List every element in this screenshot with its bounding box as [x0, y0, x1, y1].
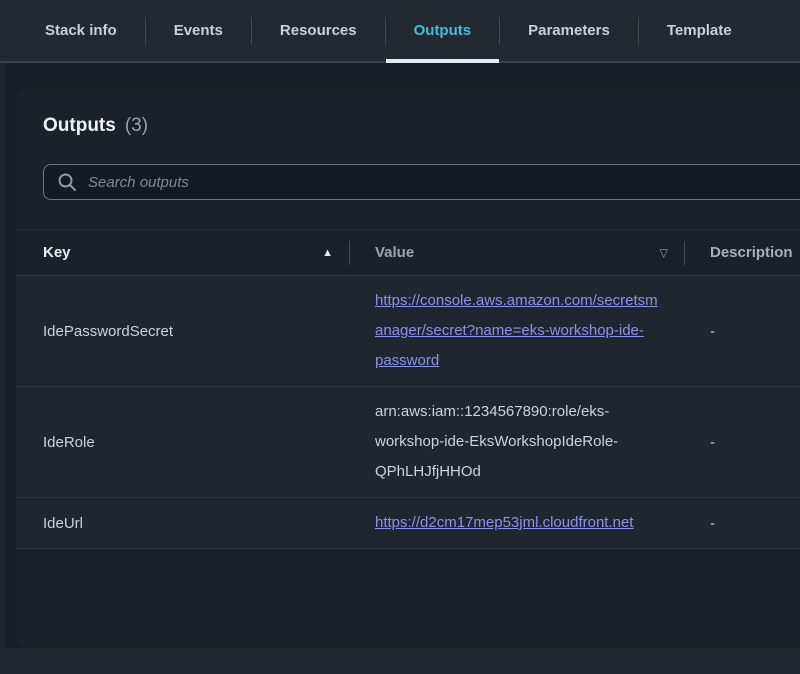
tab-parameters[interactable]: Parameters — [500, 0, 638, 61]
tab-label: Resources — [280, 22, 357, 39]
output-key: IdePasswordSecret — [16, 276, 350, 387]
left-edge-strip — [0, 63, 5, 674]
table-row: IdePasswordSecret https://console.aws.am… — [16, 276, 800, 387]
table-row: IdeUrl https://d2cm17mep53jml.cloudfront… — [16, 498, 800, 549]
output-count-badge: (3) — [125, 115, 148, 137]
output-description: - — [685, 387, 800, 498]
tab-template[interactable]: Template — [639, 0, 760, 61]
panel-title: Outputs (3) — [43, 115, 800, 137]
panel-title-text: Outputs — [43, 115, 116, 137]
column-label: Key — [43, 244, 71, 261]
output-value-text: arn:aws:iam::1234567890:role/eks-worksho… — [375, 403, 618, 480]
tab-stack-info[interactable]: Stack info — [17, 0, 145, 61]
column-label: Value — [375, 244, 414, 261]
search-input[interactable] — [43, 164, 800, 200]
outputs-panel: Outputs (3) Key ▲ — [16, 88, 800, 648]
column-header-value[interactable]: Value ▽ — [350, 230, 685, 276]
tab-resources[interactable]: Resources — [252, 0, 385, 61]
table-row: IdeRole arn:aws:iam::1234567890:role/eks… — [16, 387, 800, 498]
output-key: IdeRole — [16, 387, 350, 498]
stack-tabbar: Stack info Events Resources Outputs Para… — [0, 0, 800, 63]
outputs-table: Key ▲ Value ▽ Description IdePasswordSec… — [16, 229, 800, 549]
output-key: IdeUrl — [16, 498, 350, 549]
tab-outputs[interactable]: Outputs — [386, 0, 500, 61]
output-description: - — [685, 276, 800, 387]
output-value-link[interactable]: https://d2cm17mep53jml.cloudfront.net — [375, 514, 633, 531]
column-label: Description — [710, 244, 793, 261]
sort-ascending-icon: ▲ — [322, 247, 333, 259]
panel-header: Outputs (3) — [16, 88, 800, 137]
tab-label: Outputs — [414, 22, 472, 39]
page-content: Outputs (3) Key ▲ — [0, 63, 800, 648]
column-header-key[interactable]: Key ▲ — [16, 230, 350, 276]
tab-label: Template — [667, 22, 732, 39]
tab-label: Parameters — [528, 22, 610, 39]
tab-label: Events — [174, 22, 223, 39]
tab-events[interactable]: Events — [146, 0, 251, 61]
column-header-description[interactable]: Description — [685, 230, 800, 276]
sort-indicator-icon: ▽ — [660, 246, 668, 259]
page-bottom-strip — [0, 648, 800, 674]
search-field — [43, 164, 800, 200]
output-value-link[interactable]: https://console.aws.amazon.com/secretsma… — [375, 292, 658, 369]
tab-label: Stack info — [45, 22, 117, 39]
table-header-row: Key ▲ Value ▽ Description — [16, 230, 800, 276]
output-description: - — [685, 498, 800, 549]
